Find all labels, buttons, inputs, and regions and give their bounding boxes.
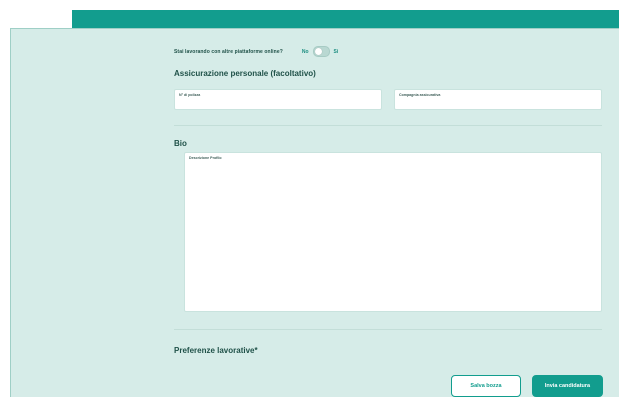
online-platforms-question-row: Stai lavorando con altre piattaforme onl… — [174, 46, 338, 57]
toggle-no-label: No — [301, 48, 309, 55]
section-divider — [174, 125, 602, 126]
insurance-section-title: Assicurazione personale (facoltativo) — [174, 69, 316, 78]
toggle-knob — [314, 48, 322, 55]
toggle-yes-label: Si — [333, 48, 339, 55]
online-platforms-toggle-group: No Si — [302, 46, 338, 57]
online-platforms-toggle[interactable] — [312, 46, 330, 57]
insurance-company-field[interactable]: Compagnia assicurativa — [394, 89, 602, 110]
work-preferences-section-title: Preferenze lavorative* — [174, 346, 258, 355]
save-draft-button[interactable]: Salva bozza — [451, 375, 521, 397]
insurance-company-label: Compagnia assicurativa — [399, 93, 441, 97]
policy-number-field[interactable]: N° di polizza — [174, 89, 382, 110]
submit-application-button[interactable]: Invia candidatura — [532, 375, 603, 397]
profile-description-label: Descrizione Profilo — [189, 156, 222, 160]
form-actions: Salva bozza Invia candidatura — [451, 375, 603, 397]
policy-number-label: N° di polizza — [179, 93, 201, 97]
online-platforms-question: Stai lavorando con altre piattaforme onl… — [174, 48, 283, 55]
bio-section-title: Bio — [174, 139, 187, 148]
profile-description-textarea[interactable]: Descrizione Profilo — [184, 152, 602, 312]
application-form-panel: Stai lavorando con altre piattaforme onl… — [10, 28, 619, 397]
section-divider — [174, 329, 602, 330]
